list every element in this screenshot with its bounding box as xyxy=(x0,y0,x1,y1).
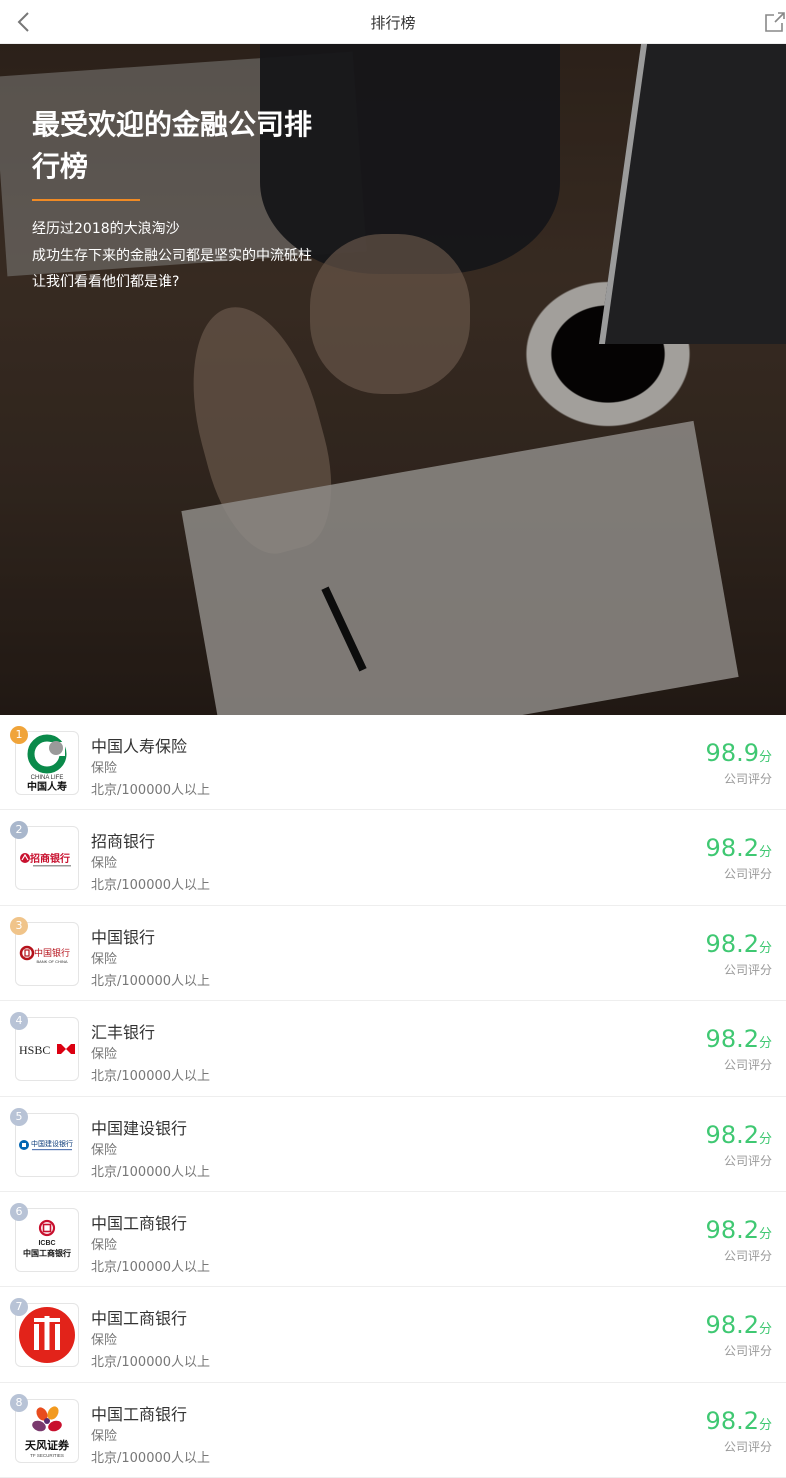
hero-accent-line xyxy=(32,199,140,201)
company-name: 招商银行 xyxy=(91,832,156,852)
company-score: 98.9分 xyxy=(706,739,772,767)
company-location: 北京/100000人以上 xyxy=(91,1259,211,1275)
company-category: 保险 xyxy=(91,1237,118,1253)
company-location: 北京/100000人以上 xyxy=(91,1450,211,1466)
logo-text-cn: 中国银行 xyxy=(34,947,70,959)
company-category: 保险 xyxy=(91,1333,118,1349)
score-label: 公司评分 xyxy=(723,1058,772,1073)
logo-text-en: BANK OF CHINA xyxy=(36,959,67,964)
company-score: 98.2分 xyxy=(706,834,772,862)
company-score: 98.2分 xyxy=(706,930,772,958)
logo-text-cn: 天风证券 xyxy=(25,1438,70,1452)
score-value: 98.9 xyxy=(705,739,759,767)
rank-badge: 6 xyxy=(10,1202,28,1221)
rank-badge: 3 xyxy=(10,916,28,935)
rank-badge: 1 xyxy=(10,726,28,744)
company-location: 北京/100000人以上 xyxy=(91,1355,211,1371)
logo-text-en: CHINA LIFE xyxy=(31,775,64,781)
score-label: 公司评分 xyxy=(723,1248,772,1263)
list-item[interactable]: 8 天风证券 TF SECURITIES 中国工商银行 保险 北京/100000… xyxy=(0,1383,786,1478)
list-item[interactable]: 1 CHINA LIFE 中国人寿 中国人寿保险 保险 北京/100000人以上… xyxy=(0,715,786,811)
company-score: 98.2分 xyxy=(706,1121,772,1149)
score-value: 98.2 xyxy=(705,1406,759,1435)
list-item[interactable]: 3 中国银行 BANK OF CHINA 中国银行 保险 北京/100000人以… xyxy=(0,906,786,1002)
list-item[interactable]: 5 中国建设银行 中国建设银行 保险 北京/100000人以上 98.2分 公司… xyxy=(0,1097,786,1192)
hero-desc-line: 让我们看看他们都是谁? xyxy=(32,274,180,290)
logo-text-en: ICBC xyxy=(38,1240,55,1247)
company-category: 保险 xyxy=(91,1047,118,1063)
company-location: 北京/100000人以上 xyxy=(91,878,211,894)
list-item[interactable]: 4 HSBC 汇丰银行 保险 北京/100000人以上 98.2分 公司评分 xyxy=(0,1001,786,1097)
score-label: 公司评分 xyxy=(723,867,772,882)
company-name: 中国人寿保险 xyxy=(91,737,188,756)
share-icon[interactable] xyxy=(762,9,786,35)
score-label: 公司评分 xyxy=(723,1153,772,1168)
score-unit: 分 xyxy=(758,1417,772,1433)
logo-text-en: HSBC xyxy=(19,1043,50,1057)
logo-text-cn: 中国建设银行 xyxy=(31,1139,73,1148)
company-category: 保险 xyxy=(91,951,118,967)
company-name: 中国建设银行 xyxy=(91,1118,188,1138)
logo-text-cn: 招商银行 xyxy=(30,852,70,865)
score-value: 98.2 xyxy=(705,1025,759,1054)
company-name: 中国工商银行 xyxy=(91,1213,188,1233)
company-score: 98.2分 xyxy=(706,1025,772,1053)
score-label: 公司评分 xyxy=(723,1439,772,1454)
page-title: 排行榜 xyxy=(370,14,416,32)
score-unit: 分 xyxy=(758,1036,772,1052)
score-value: 98.2 xyxy=(705,929,759,958)
hero-desc-line: 经历过2018的大浪淘沙 xyxy=(32,221,180,237)
score-label: 公司评分 xyxy=(723,772,772,786)
list-item[interactable]: 2 招商银行 招商银行 保险 北京/100000人以上 98.2分 公司评分 xyxy=(0,810,786,906)
company-location: 北京/100000人以上 xyxy=(91,1069,211,1085)
score-value: 98.2 xyxy=(705,834,759,863)
company-score: 98.2分 xyxy=(706,1311,772,1339)
company-score: 98.2分 xyxy=(706,1216,772,1244)
score-unit: 分 xyxy=(758,750,772,765)
score-value: 98.2 xyxy=(705,1215,759,1244)
company-name: 中国工商银行 xyxy=(91,1309,188,1329)
score-label: 公司评分 xyxy=(723,1344,772,1359)
list-item[interactable]: 7 中国工商银行 保险 北京/100000人以上 98.2分 公司评分 xyxy=(0,1287,786,1383)
score-value: 98.2 xyxy=(705,1120,759,1149)
score-unit: 分 xyxy=(758,1322,772,1338)
hero-banner: 最受欢迎的金融公司排行榜 经历过2018的大浪淘沙 成功生存下来的金融公司都是坚… xyxy=(0,44,786,715)
company-score: 98.2分 xyxy=(706,1407,772,1435)
company-category: 保险 xyxy=(91,761,118,776)
logo-text-cn: 中国工商银行 xyxy=(23,1248,71,1258)
score-unit: 分 xyxy=(758,845,772,861)
company-category: 保险 xyxy=(91,1428,118,1444)
logo-text-cn: 中国人寿 xyxy=(27,780,67,793)
company-name: 中国银行 xyxy=(91,927,156,947)
hero-desc-line: 成功生存下来的金融公司都是坚实的中流砥柱 xyxy=(32,247,312,264)
company-location: 北京/100000人以上 xyxy=(91,783,211,798)
logo-text-en: TF SECURITIES xyxy=(30,1453,64,1458)
score-value: 98.2 xyxy=(705,1311,759,1340)
rank-badge: 5 xyxy=(10,1107,28,1126)
company-category: 保险 xyxy=(91,856,118,872)
score-unit: 分 xyxy=(758,1226,772,1242)
hero-description: 经历过2018的大浪淘沙 成功生存下来的金融公司都是坚实的中流砥柱 让我们看看他… xyxy=(32,216,312,296)
hero-title: 最受欢迎的金融公司排行榜 xyxy=(32,108,313,183)
list-item[interactable]: 6 ICBC 中国工商银行 中国工商银行 保险 北京/100000人以上 98.… xyxy=(0,1192,786,1288)
ranking-list: 1 CHINA LIFE 中国人寿 中国人寿保险 保险 北京/100000人以上… xyxy=(0,715,786,1478)
company-location: 北京/100000人以上 xyxy=(91,1164,211,1180)
company-category: 保险 xyxy=(91,1142,118,1158)
score-unit: 分 xyxy=(758,940,772,956)
score-label: 公司评分 xyxy=(723,962,772,977)
company-name: 中国工商银行 xyxy=(91,1404,188,1424)
company-location: 北京/100000人以上 xyxy=(91,973,211,989)
top-navbar: 排行榜 xyxy=(0,0,786,44)
company-name: 汇丰银行 xyxy=(91,1023,156,1043)
score-unit: 分 xyxy=(758,1131,772,1147)
rank-badge: 8 xyxy=(10,1393,28,1412)
